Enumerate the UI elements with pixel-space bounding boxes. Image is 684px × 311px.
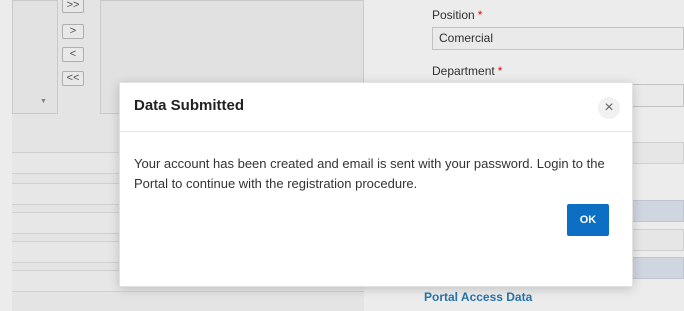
close-icon[interactable]: × <box>598 97 620 119</box>
ok-button[interactable]: OK <box>567 204 609 236</box>
data-submitted-dialog: Data Submitted × Your account has been c… <box>119 82 633 287</box>
dialog-title: Data Submitted <box>134 97 245 114</box>
dialog-message: Your account has been created and email … <box>134 156 605 191</box>
dialog-header: Data Submitted × <box>120 83 632 132</box>
